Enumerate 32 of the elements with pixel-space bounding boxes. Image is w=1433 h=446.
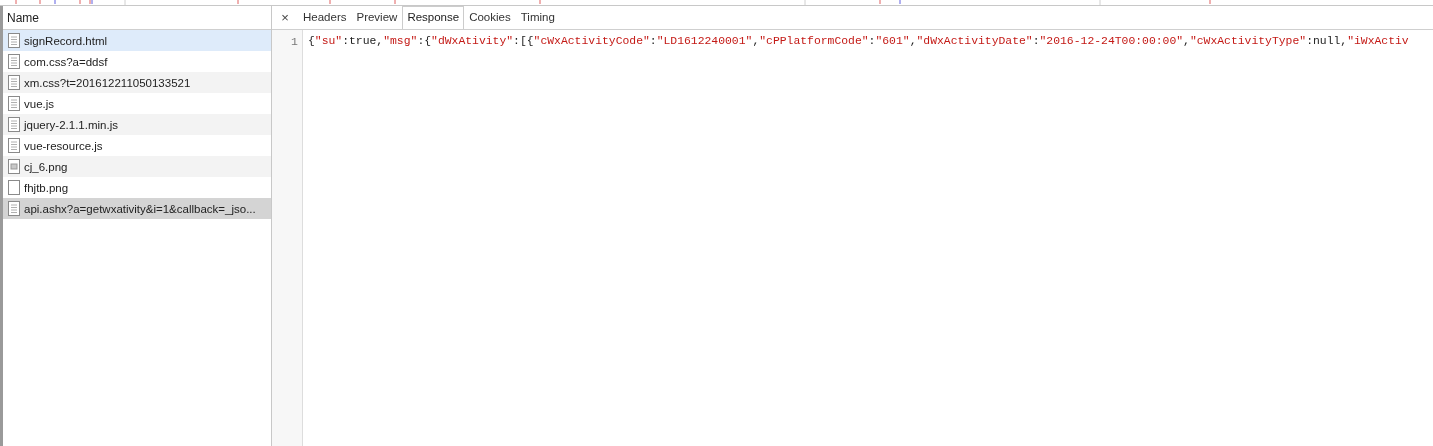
close-button[interactable]: × <box>272 10 298 25</box>
tab[interactable]: Preview <box>351 6 403 29</box>
request-row[interactable]: jquery-2.1.1.min.js <box>3 114 271 135</box>
document-icon <box>8 201 20 216</box>
tab[interactable]: Timing <box>515 6 560 29</box>
document-icon <box>8 117 20 132</box>
document-icon <box>8 138 20 153</box>
request-name: api.ashx?a=getwxativity&i=1&callback=_jso... <box>24 202 256 215</box>
request-name: jquery-2.1.1.min.js <box>24 118 118 131</box>
document-icon <box>8 54 20 69</box>
request-name: vue-resource.js <box>24 139 103 152</box>
tab[interactable]: Response <box>402 6 465 29</box>
request-row[interactable]: cj_6.png <box>3 156 271 177</box>
request-row[interactable]: xm.css?t=201612211050133521 <box>3 72 271 93</box>
request-row[interactable]: api.ashx?a=getwxativity&i=1&callback=_jso... <box>3 198 271 219</box>
image-icon <box>8 159 20 174</box>
column-header[interactable]: Name <box>7 10 39 25</box>
request-name: signRecord.html <box>24 34 108 47</box>
blank-file-icon <box>8 180 20 195</box>
request-name: fhjtb.png <box>24 181 69 194</box>
code-line: {"su":true,"msg":{"dWxAtivity":[{"cWxActivityCode":"LD1612240001","cPPlatformCode":"601","dWxActivityDate":"2016-12-24T00:00:00","cWxActivityType":null,"iWxActiv <box>308 34 1409 49</box>
document-icon <box>8 75 20 90</box>
request-name: xm.css?t=201612211050133521 <box>24 76 191 89</box>
request-name: com.css?a=ddsf <box>24 55 108 68</box>
tab[interactable]: Headers <box>298 6 352 29</box>
request-name: cj_6.png <box>24 160 68 173</box>
document-icon <box>8 33 20 48</box>
line-number: 1 <box>290 34 298 49</box>
request-name: vue.js <box>24 97 55 110</box>
document-icon <box>8 96 20 111</box>
tab[interactable]: Cookies <box>464 6 516 29</box>
request-row[interactable]: signRecord.html <box>3 30 271 51</box>
